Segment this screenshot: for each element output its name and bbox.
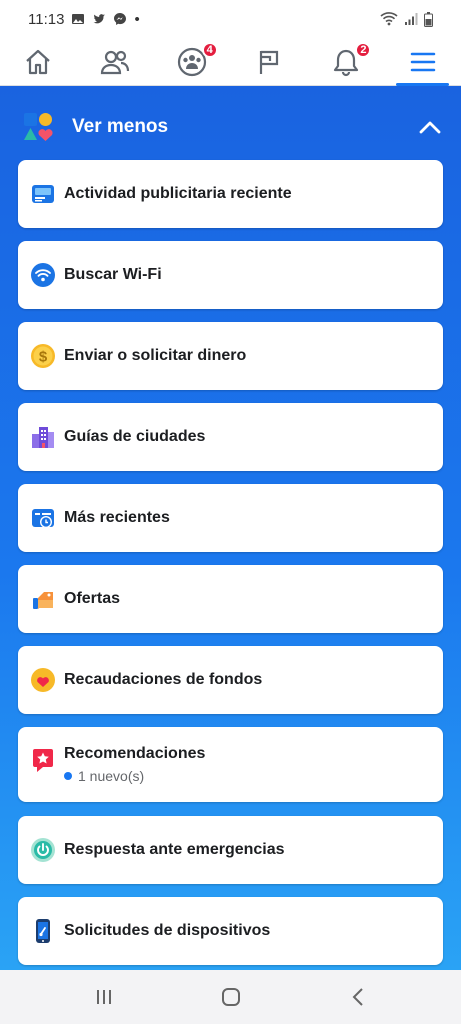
home-circle-icon bbox=[221, 988, 240, 1006]
recommendations-star-icon bbox=[30, 747, 56, 773]
wifi-icon bbox=[30, 262, 56, 288]
friends-icon bbox=[101, 50, 130, 74]
status-bar: 11:13 • bbox=[0, 0, 461, 38]
menu-item-find-wifi[interactable]: Buscar Wi-Fi bbox=[18, 241, 443, 309]
menu-icon bbox=[410, 52, 435, 71]
tab-home[interactable] bbox=[0, 38, 77, 86]
menu-item-label: Ofertas bbox=[64, 590, 121, 607]
menu-item-recommendations[interactable]: Recomendaciones 1 nuevo(s) bbox=[18, 727, 443, 802]
tab-friends[interactable] bbox=[77, 38, 154, 86]
recent-apps-button[interactable] bbox=[84, 977, 124, 1017]
menu-item-label: Solicitudes de dispositivos bbox=[64, 922, 271, 939]
menu-item-offers[interactable]: Ofertas bbox=[18, 565, 443, 633]
recent-icon bbox=[30, 505, 56, 531]
battery-icon bbox=[424, 11, 433, 27]
ad-activity-icon bbox=[30, 181, 56, 207]
tab-pages[interactable] bbox=[230, 38, 307, 86]
status-time: 11:13 bbox=[28, 10, 65, 28]
menu-item-fundraisers[interactable]: Recaudaciones de fondos bbox=[18, 646, 443, 714]
see-less-header[interactable]: Ver menos bbox=[0, 86, 461, 168]
menu-item-most-recent[interactable]: Más recientes bbox=[18, 484, 443, 552]
pages-flag-icon bbox=[259, 50, 278, 74]
twitter-notification-icon bbox=[93, 14, 106, 24]
menu-item-device-requests[interactable]: Solicitudes de dispositivos bbox=[18, 897, 443, 965]
menu-item-ad-activity[interactable]: Actividad publicitaria reciente bbox=[18, 160, 443, 228]
money-icon: $ bbox=[30, 343, 56, 369]
groups-badge: 4 bbox=[201, 41, 218, 58]
device-requests-icon bbox=[30, 918, 56, 944]
menu-item-emergency-response[interactable]: Respuesta ante emergencias bbox=[18, 816, 443, 884]
menu-item-send-money[interactable]: $ Enviar o solicitar dinero bbox=[18, 322, 443, 390]
cell-signal-icon bbox=[405, 13, 418, 25]
menu-item-label: Recaudaciones de fondos bbox=[64, 671, 263, 688]
messenger-notification-icon bbox=[114, 13, 127, 25]
menu-item-label: Actividad publicitaria reciente bbox=[64, 185, 292, 202]
new-indicator-dot bbox=[64, 772, 72, 780]
city-guide-icon bbox=[30, 424, 56, 450]
gallery-notification-icon bbox=[72, 14, 85, 24]
tab-menu[interactable] bbox=[384, 38, 461, 86]
svg-text:$: $ bbox=[39, 349, 48, 366]
recent-apps-icon bbox=[96, 990, 111, 1004]
notifications-badge: 2 bbox=[355, 41, 372, 58]
offers-icon bbox=[30, 586, 56, 612]
back-chevron-icon bbox=[352, 988, 363, 1006]
see-less-title: Ver menos bbox=[72, 116, 169, 137]
home-icon bbox=[26, 49, 51, 74]
menu-item-label: Guías de ciudades bbox=[64, 428, 206, 445]
menu-item-label: Recomendaciones bbox=[64, 745, 206, 762]
new-count-text: 1 nuevo(s) bbox=[78, 768, 145, 784]
fundraiser-heart-icon bbox=[30, 667, 56, 693]
chevron-up-icon bbox=[419, 121, 441, 134]
menu-item-label: Enviar o solicitar dinero bbox=[64, 347, 247, 364]
menu-item-label: Buscar Wi-Fi bbox=[64, 266, 162, 283]
system-navigation-bar bbox=[0, 970, 461, 1024]
back-button[interactable] bbox=[338, 977, 378, 1017]
menu-item-city-guides[interactable]: Guías de ciudades bbox=[18, 403, 443, 471]
more-notifications-dot: • bbox=[134, 10, 140, 28]
tab-notifications[interactable]: 2 bbox=[307, 38, 384, 86]
shapes-icon bbox=[24, 113, 53, 141]
menu-item-label: Más recientes bbox=[64, 509, 170, 526]
top-navigation-bar: 4 2 bbox=[0, 38, 461, 86]
home-button[interactable] bbox=[211, 977, 251, 1017]
menu-content: Ver menos Actividad publicitaria recient… bbox=[0, 86, 461, 970]
menu-item-label: Respuesta ante emergencias bbox=[64, 841, 285, 858]
emergency-response-icon bbox=[30, 837, 56, 863]
new-count: 1 nuevo(s) bbox=[64, 768, 205, 784]
wifi-signal-icon bbox=[380, 12, 398, 26]
tab-groups[interactable]: 4 bbox=[154, 38, 231, 86]
